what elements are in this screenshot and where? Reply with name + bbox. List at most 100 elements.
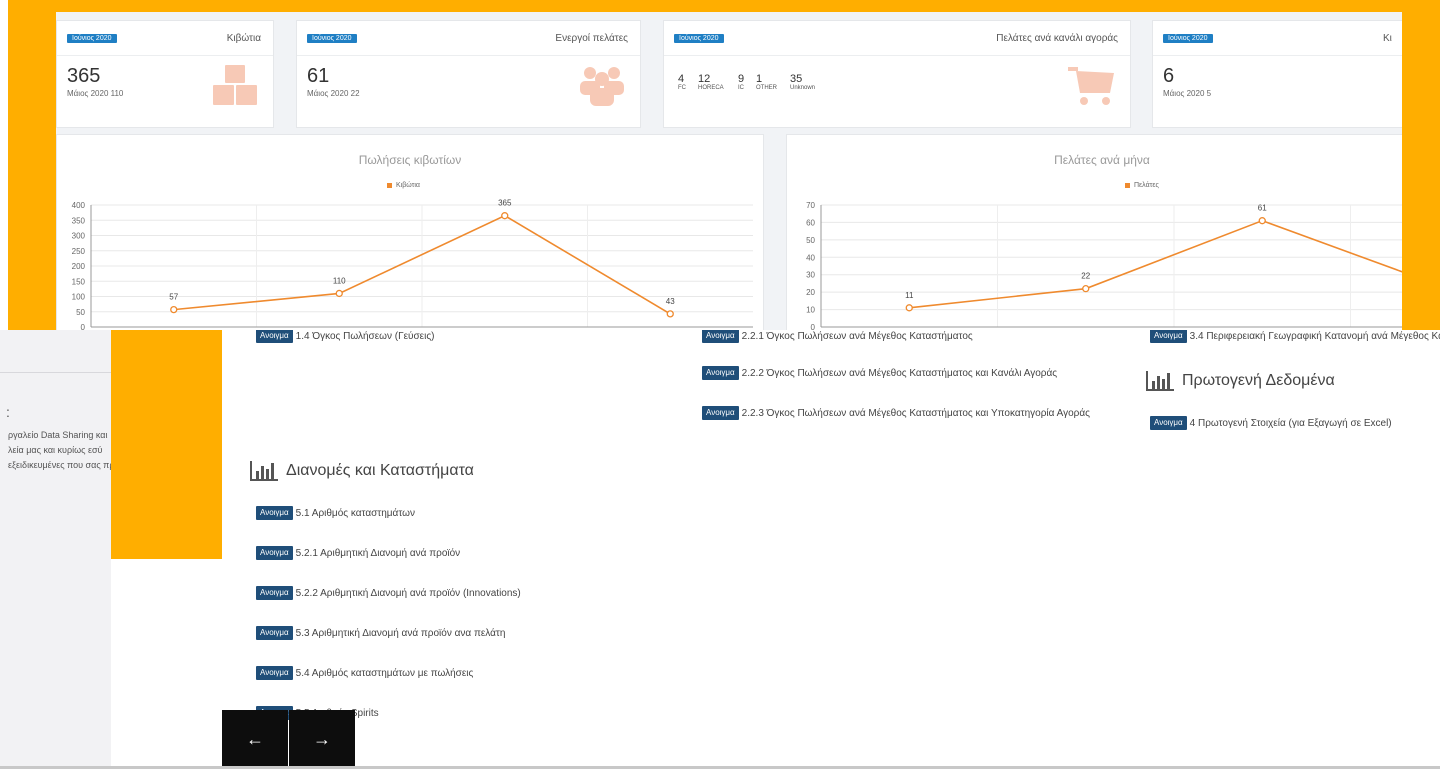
open-button[interactable]: Ανοιγμα xyxy=(702,329,739,343)
data-label: 22 xyxy=(1081,272,1090,281)
dashboard-screenshot-overlay: Ιούνιος 2020 Κιβώτια 365 Μάιος 2020 110 … xyxy=(8,0,1440,330)
report-item[interactable]: Ανοιγμα 5.3 Αριθμητική Διανομή ανά προϊόν… xyxy=(256,626,505,640)
report-label: 2.2.3 Όγκος Πωλήσεων ανά Μέγεθος Καταστή… xyxy=(741,407,1090,419)
report-label: 2.2.2 Όγκος Πωλήσεων ανά Μέγεθος Καταστή… xyxy=(741,367,1058,379)
y-tick-label: 150 xyxy=(72,277,86,286)
report-item[interactable]: Ανοιγμα 4 Πρωτογενή Στοιχεία (για Εξαγωγή… xyxy=(1150,416,1392,430)
data-label: 43 xyxy=(666,297,675,306)
report-item[interactable]: Ανοιγμα 5.1 Αριθμός καταστημάτων xyxy=(256,506,415,520)
report-label: 4 Πρωτογενή Στοιχεία (για Εξαγωγή σε Exc… xyxy=(1189,417,1392,429)
open-button[interactable]: Ανοιγμα xyxy=(1150,329,1187,343)
boxes-sales-chart-card: Πωλήσεις κιβωτίων Κιβώτια 0 50 100 150 200 25… xyxy=(56,134,764,330)
y-tick-label: 0 xyxy=(811,323,816,330)
data-point xyxy=(1258,217,1266,225)
next-slide-button[interactable]: → xyxy=(289,710,355,769)
open-button[interactable]: Ανοιγμα xyxy=(256,506,293,520)
users-icon xyxy=(580,67,624,106)
panel-text-line: ργαλείο Data Sharing και xyxy=(8,430,108,440)
open-button[interactable]: Ανοιγμα xyxy=(256,329,293,343)
y-tick-label: 200 xyxy=(72,262,86,271)
data-label: 61 xyxy=(1258,204,1267,213)
card-previous-value: Μάιος 2020 5 xyxy=(1163,89,1212,98)
y-tick-label: 70 xyxy=(806,201,815,210)
open-button[interactable]: Ανοιγμα xyxy=(1150,416,1187,430)
data-point xyxy=(335,289,343,298)
y-tick-label: 10 xyxy=(806,306,815,315)
panel-text-line: λεία μας και κυρίως εσύ xyxy=(8,445,103,455)
kpi-card-boxes: Ιούνιος 2020 Κιβώτια 365 Μάιος 2020 110 xyxy=(56,20,274,128)
panel-text-line: εξειδικευμένες που σας προσφέ xyxy=(8,460,111,470)
y-tick-label: 50 xyxy=(76,308,85,317)
card-title: Πελάτες ανά κανάλι αγοράς xyxy=(996,33,1118,44)
card-title: Κιβώτια xyxy=(226,33,261,44)
report-label: 5.2.2 Αριθμητική Διανομή ανά προϊόν (Inn… xyxy=(295,587,521,599)
y-tick-label: 20 xyxy=(806,288,815,297)
data-point xyxy=(905,304,913,312)
report-label: 3.4 Περιφερειακή Γεωγραφική Κατανομή ανά… xyxy=(1189,330,1440,342)
card-previous-value: Μάιος 2020 110 xyxy=(67,89,124,98)
channel-other: 1 OTHER xyxy=(756,73,777,91)
y-tick-label: 400 xyxy=(72,201,86,210)
report-item[interactable]: Ανοιγμα 5.2.1 Αριθμητική Διανομή ανά προϊ… xyxy=(256,546,460,560)
primary-data-section-title: Πρωτογενή Δεδομένα xyxy=(1146,371,1335,391)
cart-icon xyxy=(1068,67,1114,105)
open-button[interactable]: Ανοιγμα xyxy=(702,366,739,380)
report-label: 5.3 Αριθμητική Διανομή ανά προϊόν ανα πε… xyxy=(295,627,506,639)
y-tick-label: 60 xyxy=(806,218,815,227)
data-label: 110 xyxy=(333,276,346,285)
data-label: 57 xyxy=(169,293,178,302)
card-value: 365 xyxy=(67,65,101,87)
y-tick-label: 40 xyxy=(806,253,815,262)
y-tick-label: 0 xyxy=(81,323,86,330)
section-title-text: Διανομές και Καταστήματα xyxy=(286,462,474,479)
report-item[interactable]: Ανοιγμα 5.4 Αριθμός καταστημάτων με πωλήσ… xyxy=(256,666,473,680)
boxes-icon xyxy=(213,65,257,105)
report-item[interactable]: Ανοιγμα 2.2.3 Όγκος Πωλήσεων ανά Μέγεθος … xyxy=(702,406,1090,420)
kpi-card-fourth: Ιούνιος 2020 Κι 6 Μάιος 2020 5 xyxy=(1152,20,1402,128)
report-label: 5.4 Αριθμός καταστημάτων με πωλήσεις xyxy=(295,667,474,679)
channel-unknown: 35 Unknown xyxy=(790,73,816,91)
data-point xyxy=(170,305,178,314)
y-tick-label: 300 xyxy=(72,232,86,241)
open-button[interactable]: Ανοιγμα xyxy=(256,666,293,680)
period-badge: Ιούνιος 2020 xyxy=(67,34,117,43)
report-item[interactable]: Ανοιγμα 3.4 Περιφερειακή Γεωγραφική Καταν… xyxy=(1150,329,1440,343)
left-info-panel: : ργαλείο Data Sharing και λεία μας και … xyxy=(0,330,111,769)
open-button[interactable]: Ανοιγμα xyxy=(702,406,739,420)
kpi-card-channels: Ιούνιος 2020 Πελάτες ανά κανάλι αγοράς 4… xyxy=(663,20,1131,128)
y-tick-label: 30 xyxy=(806,271,815,280)
data-point xyxy=(1082,285,1090,293)
open-button[interactable]: Ανοιγμα xyxy=(256,626,293,640)
distribution-section-title: Διανομές και Καταστήματα xyxy=(250,461,474,481)
report-label: 5.1 Αριθμός καταστημάτων xyxy=(295,507,415,519)
report-item[interactable]: Ανοιγμα 2.2.1 Όγκος Πωλήσεων ανά Μέγεθος … xyxy=(702,329,973,343)
report-label: 5.2.1 Αριθμητική Διανομή ανά προϊόν xyxy=(295,547,461,559)
report-item[interactable]: Ανοιγμα 2.2.2 Όγκος Πωλήσεων ανά Μέγεθος … xyxy=(702,366,1057,380)
report-item[interactable]: Ανοιγμα 5.2.2 Αριθμητική Διανομή ανά προϊ… xyxy=(256,586,521,600)
data-point xyxy=(501,212,509,220)
y-tick-label: 350 xyxy=(72,216,86,225)
panel-divider xyxy=(0,372,111,373)
period-badge: Ιούνιος 2020 xyxy=(1163,34,1213,43)
card-title: Ενεργοί πελάτες xyxy=(555,33,628,44)
kpi-card-active-customers: Ιούνιος 2020 Ενεργοί πελάτες 61 Μάιος 20… xyxy=(296,20,641,128)
bar-chart-icon xyxy=(250,461,278,481)
report-item[interactable]: Ανοιγμα 1.4 Όγκος Πωλήσεων (Γεύσεις) xyxy=(256,329,435,343)
open-button[interactable]: Ανοιγμα xyxy=(256,546,293,560)
channel-fc: 4 FC xyxy=(678,73,686,91)
boxes-sales-line-chart: 0501001502002503003504005711036543Ιο xyxy=(72,199,753,330)
orange-accent-block xyxy=(111,330,222,559)
arrow-left-icon: ← xyxy=(246,729,264,749)
y-tick-label: 50 xyxy=(806,236,815,245)
arrow-right-icon: → xyxy=(313,729,331,749)
previous-slide-button[interactable]: ← xyxy=(222,710,288,769)
card-title: Κι xyxy=(1383,33,1392,44)
bar-chart-icon xyxy=(1146,371,1174,391)
panel-heading-fragment: : xyxy=(6,404,10,420)
series-line xyxy=(909,219,1402,309)
open-button[interactable]: Ανοιγμα xyxy=(256,586,293,600)
channel-ic: 9 IC xyxy=(738,73,745,91)
dashboard: Ιούνιος 2020 Κιβώτια 365 Μάιος 2020 110 … xyxy=(56,12,1402,330)
data-point xyxy=(666,310,674,318)
data-label: 365 xyxy=(498,199,512,208)
